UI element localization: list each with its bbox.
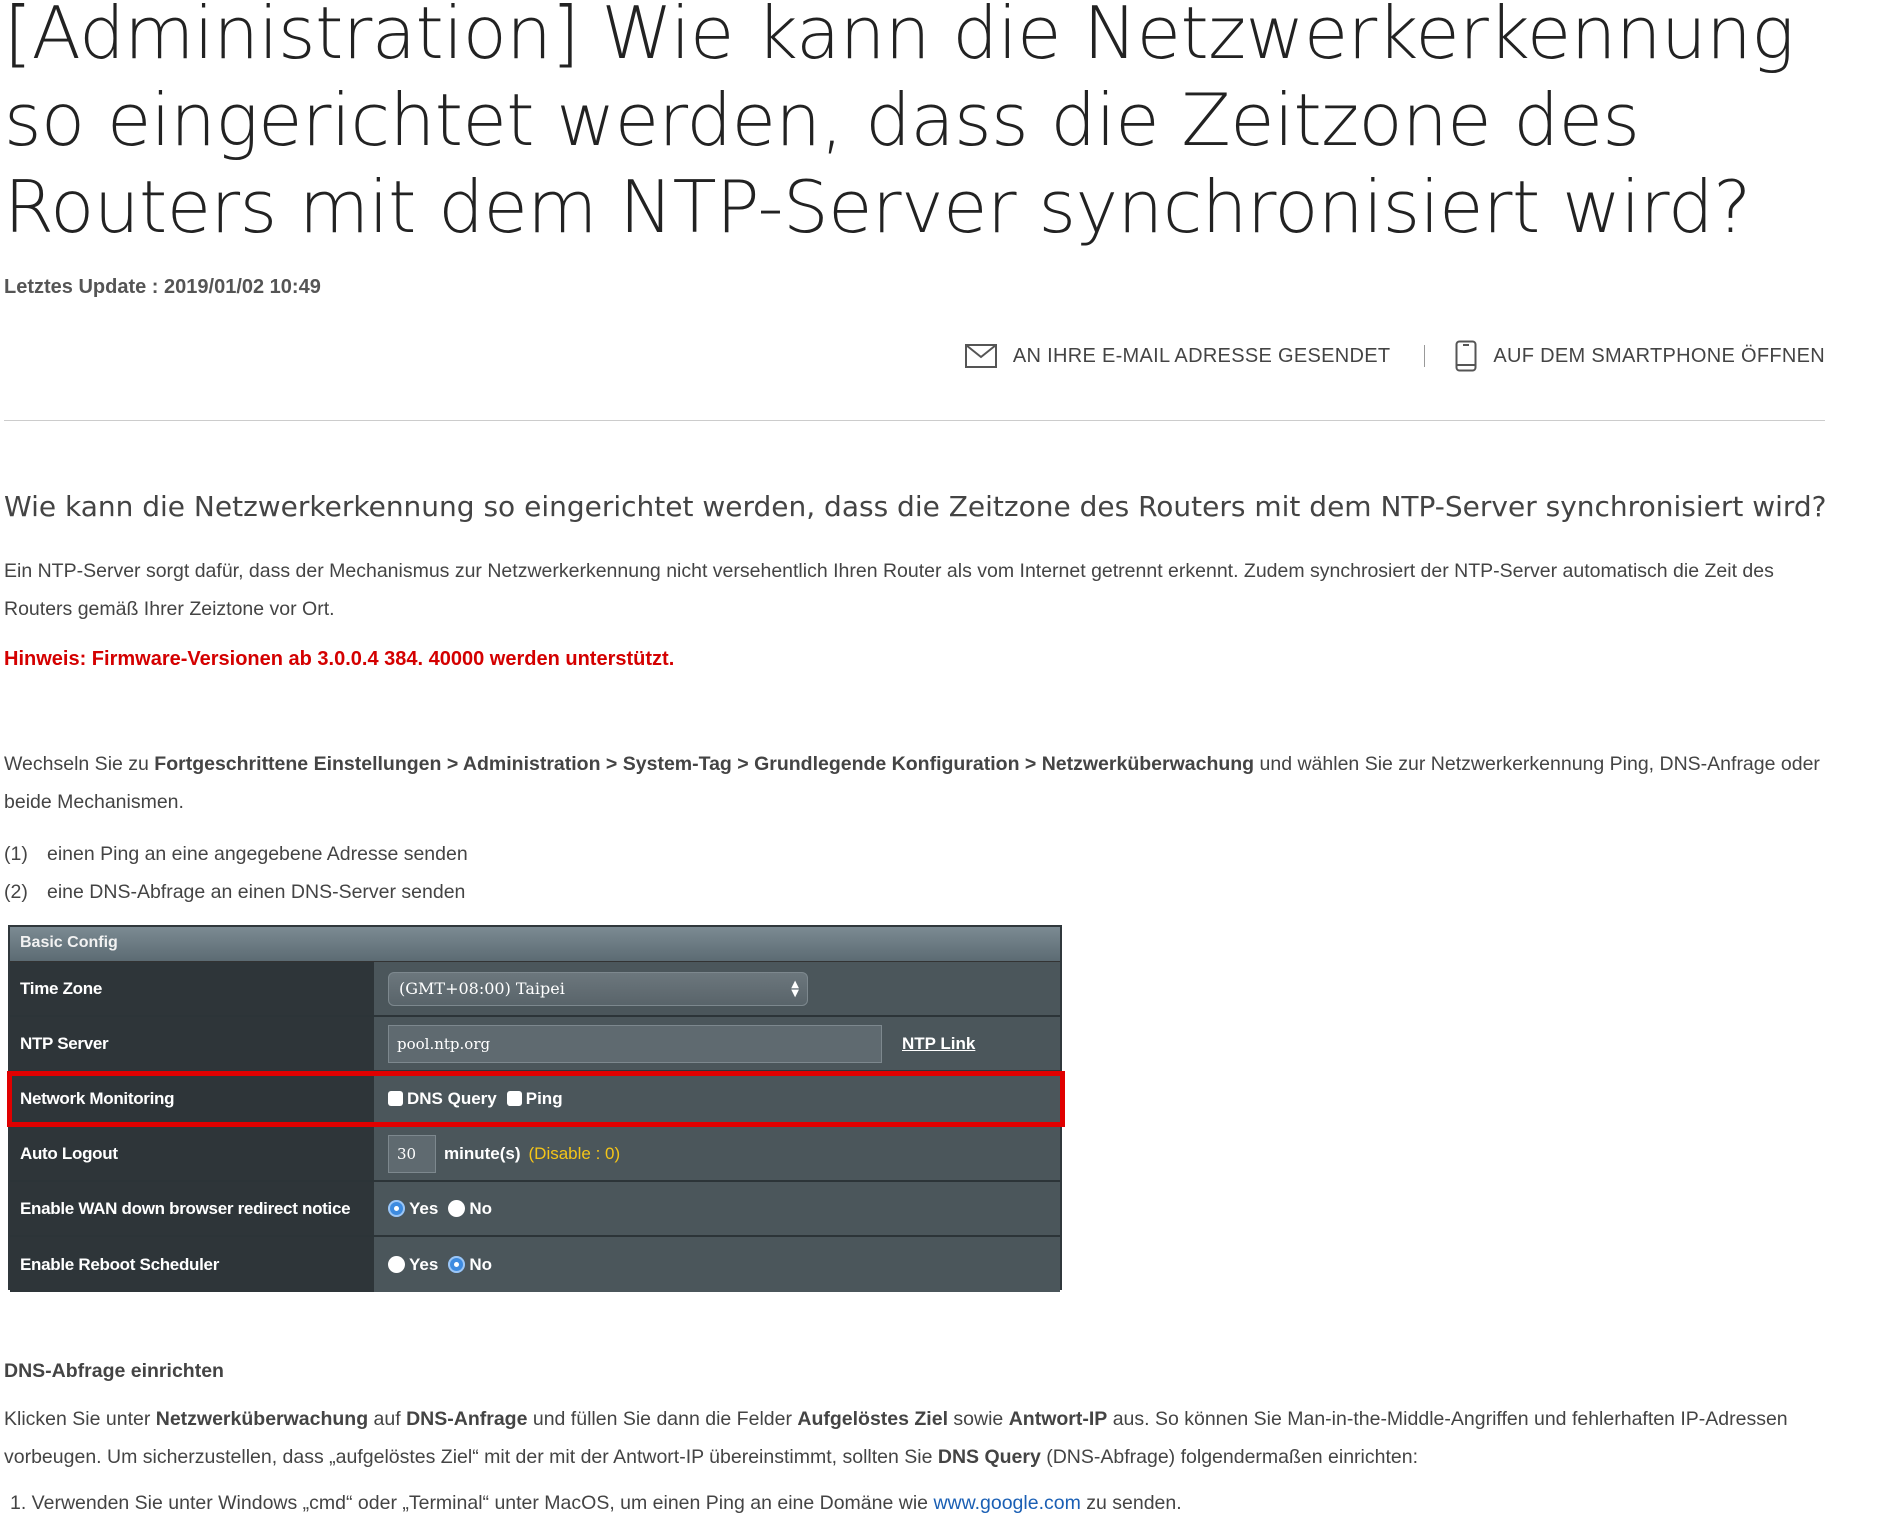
- dns-text: und füllen Sie dann die Felder: [527, 1408, 798, 1430]
- envelope-icon: [964, 344, 997, 368]
- ping-checkbox[interactable]: [506, 1091, 522, 1106]
- list-item: (2) eine DNS-Abfrage an einen DNS-Server …: [4, 873, 468, 911]
- dns-setup-paragraph: Klicken Sie unter Netzwerküberwachung au…: [4, 1400, 1829, 1476]
- nav-sep: >: [1019, 753, 1042, 775]
- dns-bold: Netzwerküberwachung: [155, 1408, 369, 1430]
- list-item-number: (2): [4, 881, 28, 903]
- no-label: No: [469, 1254, 492, 1274]
- dns-step-1: 1. Verwenden Sie unter Windows „cmd“ ode…: [10, 1492, 1182, 1515]
- dns-bold: Aufgelöstes Ziel: [797, 1408, 948, 1430]
- list-item-text: eine DNS-Abfrage an einen DNS-Server sen…: [47, 881, 466, 903]
- time-zone-select[interactable]: (GMT+08:00) Taipei ▲ ▼: [388, 971, 808, 1006]
- send-email-label: AN IHRE E-MAIL ADRESSE GESENDET: [1012, 344, 1391, 367]
- dns-text: auf: [368, 1408, 407, 1430]
- step-text: 1. Verwenden Sie unter Windows „cmd“ ode…: [10, 1492, 934, 1514]
- wan-redirect-label: Enable WAN down browser redirect notice: [10, 1182, 374, 1235]
- wan-redirect-row: Enable WAN down browser redirect notice …: [10, 1182, 1060, 1237]
- share-divider: [1424, 345, 1426, 367]
- article-page: [Administration] Wie kann die Netzwerker…: [0, 0, 1891, 1528]
- nav-path-administration: Administration: [462, 753, 601, 775]
- list-item-number: (1): [4, 843, 28, 865]
- google-link[interactable]: www.google.com: [933, 1492, 1080, 1514]
- auto-logout-unit: minute(s): [444, 1143, 521, 1163]
- no-label: No: [469, 1198, 492, 1218]
- navigation-paragraph: Wechseln Sie zu Fortgeschrittene Einstel…: [4, 745, 1829, 821]
- share-bar: AN IHRE E-MAIL ADRESSE GESENDET AUF DEM …: [964, 340, 1825, 372]
- network-monitoring-label: Network Monitoring: [10, 1072, 374, 1125]
- list-item-text: einen Ping an eine angegebene Adresse se…: [47, 843, 468, 865]
- dns-setup-heading: DNS-Abfrage einrichten: [4, 1360, 224, 1382]
- nav-sep: >: [731, 753, 755, 775]
- intro-paragraph: Ein NTP-Server sorgt dafür, dass der Mec…: [4, 560, 1774, 620]
- dns-text: Klicken Sie unter: [4, 1408, 156, 1430]
- auto-logout-label: Auto Logout: [10, 1127, 374, 1180]
- panel-header: Basic Config: [10, 927, 1060, 962]
- time-zone-label: Time Zone: [10, 962, 374, 1015]
- dns-bold: DNS-Anfrage: [406, 1408, 528, 1430]
- nav-path-advanced-settings: Fortgeschrittene Einstellungen: [154, 753, 442, 775]
- nav-path-network-monitoring: Netzwerküberwachung: [1041, 753, 1255, 775]
- basic-config-panel: Basic Config Time Zone (GMT+08:00) Taipe…: [8, 925, 1062, 1292]
- ping-label: Ping: [525, 1088, 563, 1108]
- send-email-button[interactable]: AN IHRE E-MAIL ADRESSE GESENDET: [964, 344, 1391, 368]
- firmware-note: Hinweis: Firmware-Versionen ab 3.0.0.4 3…: [4, 648, 675, 670]
- yes-label: Yes: [409, 1198, 439, 1218]
- reboot-scheduler-row: Enable Reboot Scheduler Yes No: [10, 1237, 1060, 1292]
- reboot-scheduler-label: Enable Reboot Scheduler: [10, 1237, 374, 1292]
- updated-value: 2019/01/02 10:49: [164, 276, 321, 298]
- updated-label: Letztes Update :: [4, 276, 165, 298]
- smartphone-icon: [1455, 340, 1477, 372]
- reboot-scheduler-no-radio[interactable]: [448, 1256, 466, 1273]
- time-zone-row: Time Zone (GMT+08:00) Taipei ▲ ▼: [10, 962, 1060, 1017]
- dns-query-label: DNS Query: [407, 1088, 497, 1108]
- step-text: zu senden.: [1080, 1492, 1182, 1514]
- ntp-server-input[interactable]: pool.ntp.org: [388, 1024, 882, 1063]
- page-title: [Administration] Wie kann die Netzwerker…: [4, 0, 1794, 249]
- dns-query-checkbox[interactable]: [388, 1091, 403, 1106]
- nav-path-basic-config: Grundlegende Konfiguration: [754, 753, 1020, 775]
- section-title: Wie kann die Netzwerkerkennung so einger…: [4, 490, 1827, 523]
- nav-path-system-tab: System-Tag: [622, 753, 732, 775]
- header-divider: [4, 420, 1825, 421]
- dns-bold: DNS Query: [937, 1446, 1041, 1468]
- nav-sep: >: [441, 753, 463, 775]
- dns-text: sowie: [948, 1408, 1009, 1430]
- dns-bold: Antwort-IP: [1008, 1408, 1108, 1430]
- ntp-server-label: NTP Server: [10, 1017, 374, 1070]
- wan-redirect-no-radio[interactable]: [448, 1200, 466, 1217]
- ntp-link[interactable]: NTP Link: [902, 1034, 975, 1054]
- time-zone-value: (GMT+08:00) Taipei: [399, 979, 565, 998]
- open-on-smartphone-label: AUF DEM SMARTPHONE ÖFFNEN: [1493, 344, 1825, 367]
- auto-logout-input[interactable]: 30: [388, 1134, 436, 1173]
- last-updated: Letztes Update : 2019/01/02 10:49: [4, 276, 321, 299]
- yes-label: Yes: [409, 1254, 439, 1274]
- select-arrows-icon: ▲ ▼: [791, 978, 799, 999]
- ntp-server-row: NTP Server pool.ntp.org NTP Link: [10, 1017, 1060, 1072]
- monitoring-methods-list: (1) einen Ping an eine angegebene Adresse…: [4, 835, 468, 911]
- list-item: (1) einen Ping an eine angegebene Adresse…: [4, 835, 468, 873]
- reboot-scheduler-yes-radio[interactable]: [388, 1256, 405, 1273]
- network-monitoring-row: Network Monitoring DNS Query Ping: [10, 1072, 1060, 1127]
- open-on-smartphone-button[interactable]: AUF DEM SMARTPHONE ÖFFNEN: [1455, 340, 1825, 372]
- dns-text: (DNS-Abfrage) folgendermaßen einrichten:: [1040, 1446, 1418, 1468]
- nav-prefix: Wechseln Sie zu: [4, 753, 155, 775]
- auto-logout-hint: (Disable : 0): [528, 1143, 621, 1163]
- nav-sep: >: [600, 753, 623, 775]
- wan-redirect-yes-radio[interactable]: [388, 1200, 405, 1217]
- auto-logout-row: Auto Logout 30 minute(s) (Disable : 0): [10, 1127, 1060, 1182]
